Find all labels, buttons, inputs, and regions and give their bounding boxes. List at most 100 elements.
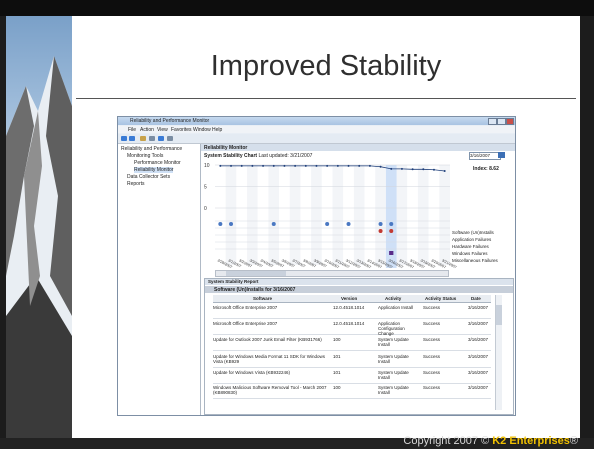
report-scrollbar-thumb[interactable] (496, 305, 502, 325)
mountain-image (6, 16, 72, 438)
nav-reports[interactable]: Reports (127, 181, 145, 187)
chart-title: System Stability Chart (204, 153, 258, 159)
legend-application-failures: Application Failures (452, 237, 492, 242)
chart-column (353, 165, 365, 265)
legend-windows-failures: Windows Failures (452, 251, 488, 256)
col-software[interactable]: Software (253, 296, 272, 301)
table-row[interactable]: Update for Outlook 2007 Junk Email Filte… (213, 335, 491, 351)
cell-status: Success (423, 354, 441, 359)
table-row[interactable]: Update for Windows Media Format 11 SDK f… (213, 352, 491, 368)
console-icon[interactable] (167, 136, 173, 141)
data-point (326, 164, 329, 167)
chart-column (364, 165, 376, 265)
data-point (368, 164, 371, 167)
cell-activity: System Update Install (378, 385, 409, 395)
nav-root[interactable]: Reliability and Performance (121, 146, 182, 152)
date-dropdown[interactable]: 3/16/2007 (469, 152, 501, 160)
copyright-brand: K2 Enterprises (492, 435, 570, 447)
col-activity-status[interactable]: Activity Status (425, 296, 456, 301)
menu-file[interactable]: File (128, 127, 136, 133)
nav-performance-monitor[interactable]: Performance Monitor (134, 160, 181, 166)
data-point (390, 167, 393, 170)
table-row[interactable]: Microsoft Office Enterprise 2007 12.0.451… (213, 303, 491, 319)
chart-column (417, 165, 429, 265)
col-date[interactable]: Date (471, 296, 481, 301)
chart-column (332, 165, 344, 265)
cell-version: 101 (333, 354, 341, 359)
col-activity[interactable]: Activity (385, 296, 401, 301)
cell-status: Success (423, 337, 441, 342)
maximize-button[interactable] (497, 118, 506, 125)
data-point (294, 164, 297, 167)
calendar-dropdown-button[interactable] (498, 152, 505, 158)
cell-date: 3/16/2007 (468, 385, 489, 390)
report-section-header[interactable]: Software (Un)Installs for 3/16/2007 (205, 286, 513, 293)
data-point (422, 168, 425, 171)
chart-column (375, 165, 386, 265)
data-point (432, 168, 435, 171)
panel-title: Reliability Monitor (204, 145, 248, 151)
cell-version: 12.0.4518.1014 (333, 321, 365, 326)
back-icon[interactable] (121, 136, 127, 141)
menu-window[interactable]: Window (193, 127, 211, 133)
cell-activity: Application Configuration Change (378, 321, 405, 336)
close-button[interactable] (506, 118, 514, 125)
report-vertical-scrollbar[interactable] (495, 295, 502, 410)
menu-favorites[interactable]: Favorites (171, 127, 192, 133)
folder-icon[interactable] (140, 136, 146, 141)
properties-icon[interactable] (149, 136, 155, 141)
data-point (347, 164, 350, 167)
table-row[interactable]: Windows Malicious Software Removal Tool … (213, 383, 491, 399)
data-point (379, 165, 382, 168)
navigation-tree: Reliability and Performance Monitoring T… (118, 144, 201, 415)
data-point (400, 167, 403, 170)
chart-column (236, 165, 248, 265)
report-table-header: Software Version Activity Activity Statu… (213, 295, 491, 303)
help-icon[interactable] (158, 136, 164, 141)
data-point (336, 164, 339, 167)
nav-data-collector-sets[interactable]: Data Collector Sets (127, 174, 170, 180)
data-point (251, 164, 254, 167)
forward-icon[interactable] (129, 136, 135, 141)
data-point (219, 164, 222, 167)
chart-column (247, 165, 258, 265)
y-tick-label: 10 (204, 163, 210, 169)
title-divider (76, 98, 576, 99)
window-title-bar: Reliability and Performance Monitor (118, 117, 515, 125)
cell-software: Windows Malicious Software Removal Tool … (213, 385, 327, 395)
cell-activity: Application Install (378, 305, 414, 310)
last-updated: Last updated: 3/21/2007 (258, 153, 313, 159)
cell-status: Success (423, 370, 441, 375)
menu-view[interactable]: View (157, 127, 168, 133)
table-row[interactable]: Microsoft Office Enterprise 2007 12.0.451… (213, 319, 491, 336)
nav-reliability-monitor[interactable]: Reliability Monitor (134, 167, 174, 173)
nav-monitoring-tools[interactable]: Monitoring Tools (127, 153, 163, 159)
chart-heading: System Stability Chart Last updated: 3/2… (204, 153, 312, 159)
cell-status: Success (423, 305, 441, 310)
install-marker (378, 222, 383, 226)
selected-marker (389, 251, 394, 255)
table-row[interactable]: Update for Windows Vista (KB932246) 101 Sy… (213, 368, 491, 384)
data-point (230, 164, 233, 167)
legend-hardware-failures: Hardware Failures (452, 244, 489, 249)
y-tick-label: 5 (204, 185, 207, 191)
chart-horizontal-scrollbar[interactable] (215, 270, 449, 277)
cell-status: Success (423, 321, 441, 326)
col-version[interactable]: Version (341, 296, 357, 301)
chart-column (439, 165, 450, 265)
failure-marker (378, 229, 383, 233)
chart-column (321, 165, 333, 265)
report-subtitle: Software (Un)Installs for 3/16/2007 (214, 287, 296, 293)
install-marker (271, 222, 276, 226)
scrollbar-thumb[interactable] (226, 271, 286, 276)
toolbar (118, 134, 515, 144)
menu-action[interactable]: Action (140, 127, 154, 133)
cell-software: Update for Windows Media Format 11 SDK f… (213, 354, 325, 364)
report-title: System Stability Report (208, 279, 259, 284)
data-point (304, 164, 307, 167)
copyright-text: Copyright 2007 © K2 Enterprises® (403, 435, 578, 447)
data-point (283, 164, 286, 167)
chart-column (279, 165, 290, 265)
minimize-button[interactable] (488, 118, 497, 125)
menu-help[interactable]: Help (212, 127, 222, 133)
